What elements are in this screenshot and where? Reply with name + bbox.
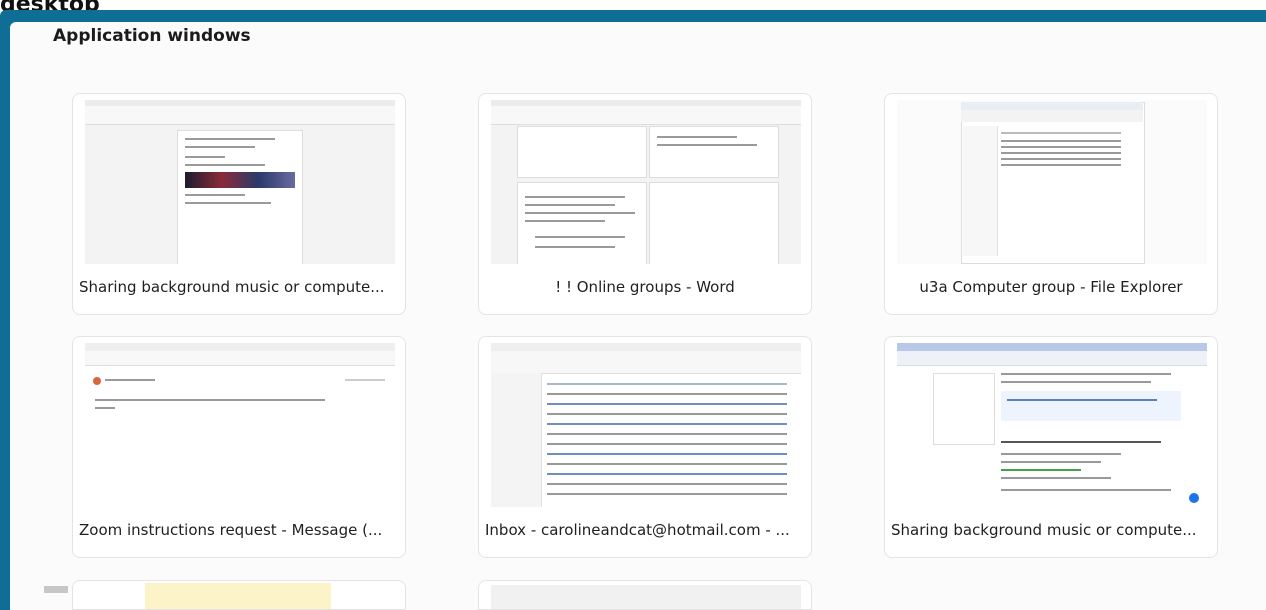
window-card-inbox[interactable]: Inbox - carolineandcat@hotmail.com - ... [478,336,812,558]
window-thumbnail [491,100,801,264]
window-card-sharing-music-2[interactable]: Sharing background music or compute... [884,336,1218,558]
window-card-online-groups-word[interactable]: ! ! Online groups - Word [478,93,812,315]
window-thumbnail [897,343,1207,507]
window-card-partial-1[interactable] [72,580,406,610]
window-thumbnail [85,343,395,507]
window-title: u3a Computer group - File Explorer [919,278,1183,296]
window-title: Inbox - carolineandcat@hotmail.com - ... [485,521,790,539]
window-title: Sharing background music or compute... [79,278,385,296]
scrollbar-thumb[interactable] [44,586,68,593]
window-thumbnail [491,343,801,507]
section-title: Application windows [53,26,251,46]
window-card-sharing-music-1[interactable]: Sharing background music or compute... [72,93,406,315]
window-thumbnail [897,100,1207,264]
window-thumbnail [85,100,395,264]
window-card-partial-2[interactable] [478,580,812,610]
window-card-zoom-instructions[interactable]: Zoom instructions request - Message (... [72,336,406,558]
window-title: Sharing background music or compute... [891,521,1197,539]
window-title: Zoom instructions request - Message (... [79,521,383,539]
window-card-file-explorer[interactable]: u3a Computer group - File Explorer [884,93,1218,315]
window-title: ! ! Online groups - Word [555,278,735,296]
